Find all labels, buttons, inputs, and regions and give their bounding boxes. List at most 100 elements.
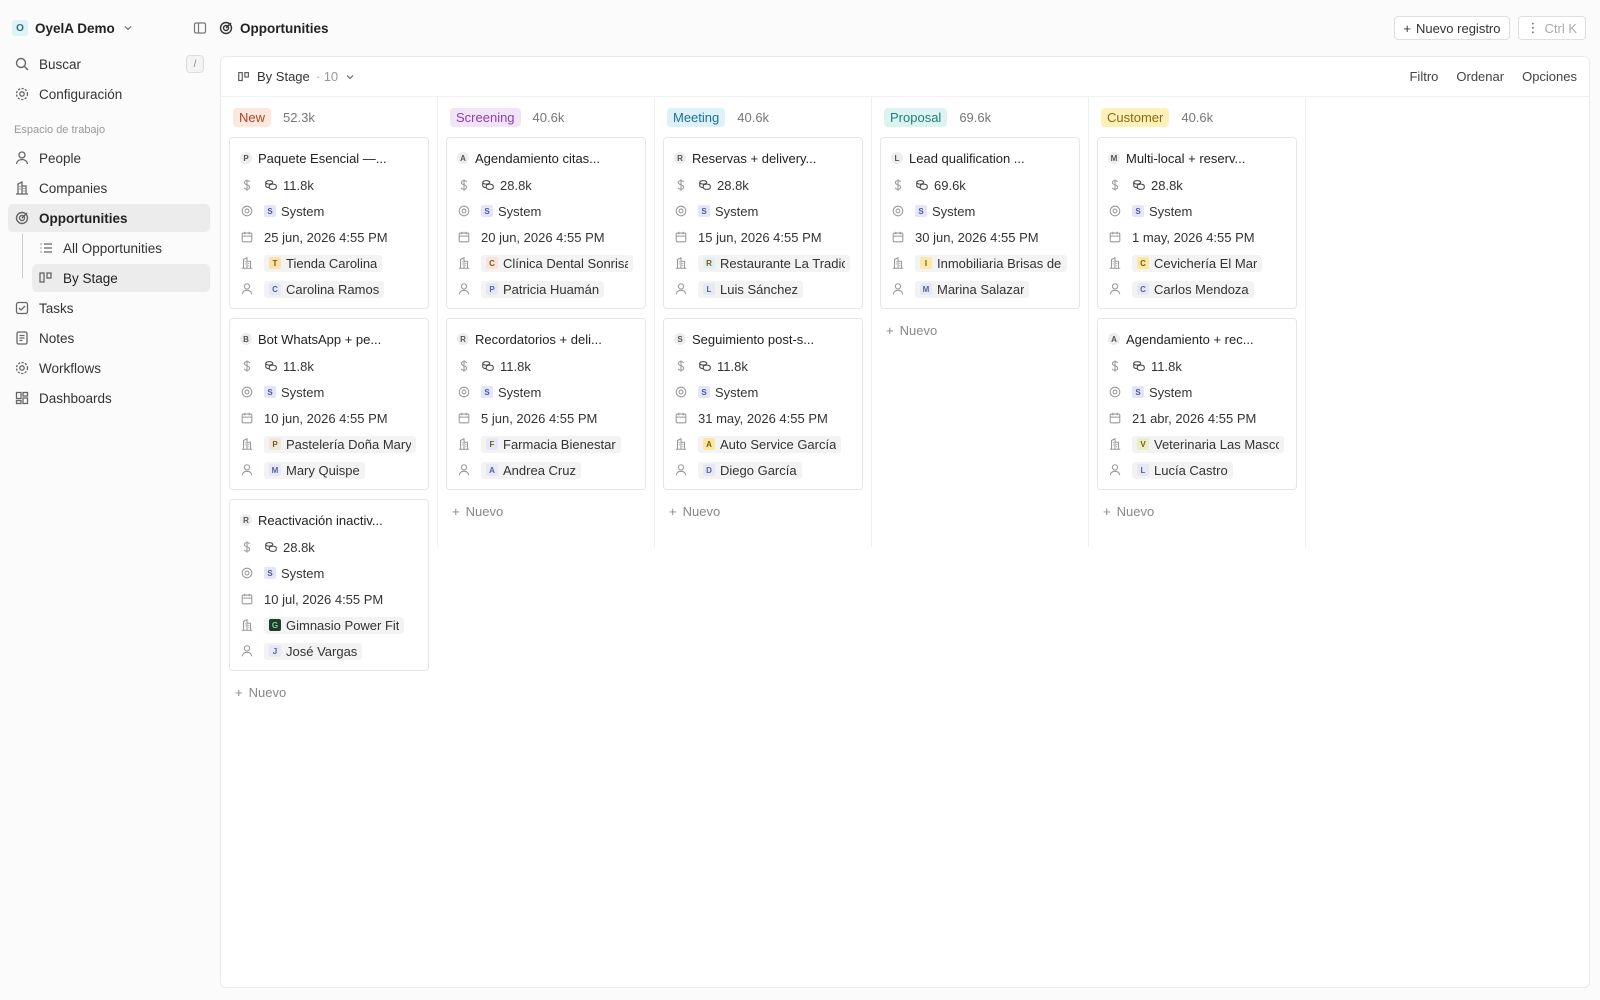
card-title[interactable]: A Agendamiento + rec... bbox=[1108, 325, 1288, 353]
company-chip[interactable]: V Veterinaria Las Mascotas bbox=[1132, 435, 1284, 453]
sidebar-subitem-by-stage[interactable]: By Stage bbox=[32, 264, 210, 292]
sidebar-item-opportunities[interactable]: Opportunities bbox=[8, 204, 210, 232]
page-title-text: Opportunities bbox=[240, 20, 329, 36]
company-chip[interactable]: C Clínica Dental Sonrisa bbox=[481, 254, 633, 272]
owner-icon bbox=[891, 204, 905, 218]
building-icon bbox=[240, 437, 254, 451]
company-chip[interactable]: P Pastelería Doña Mary bbox=[264, 435, 416, 453]
person-chip[interactable]: J José Vargas bbox=[264, 642, 363, 660]
view-switcher[interactable]: By Stage · 10 bbox=[237, 69, 356, 84]
company-chip[interactable]: T Tienda Carolina bbox=[264, 254, 383, 272]
person-avatar: D bbox=[703, 464, 715, 476]
card-title[interactable]: R Recordatorios + deli... bbox=[457, 325, 637, 353]
add-card-button[interactable]: + Nuevo bbox=[229, 680, 429, 704]
opportunity-card[interactable]: L Lead qualification ... 69.6k S System 30 ju… bbox=[880, 137, 1080, 309]
card-title[interactable]: P Paquete Esencial —... bbox=[240, 144, 420, 172]
sort-button[interactable]: Ordenar bbox=[1456, 69, 1504, 84]
company-chip[interactable]: I Inmobiliaria Brisas del Mar bbox=[915, 254, 1067, 272]
company-chip[interactable]: A Auto Service García bbox=[698, 435, 842, 453]
company-name: Tienda Carolina bbox=[286, 255, 378, 271]
person-chip[interactable]: D Diego García bbox=[698, 461, 802, 479]
note-icon bbox=[14, 330, 30, 346]
person-chip[interactable]: P Patricia Huamán bbox=[481, 280, 605, 298]
owner-avatar: S bbox=[698, 205, 710, 217]
card-title[interactable]: M Multi-local + reserv... bbox=[1108, 144, 1288, 172]
owner-value: S System bbox=[698, 385, 758, 400]
person-chip[interactable]: L Lucía Castro bbox=[1132, 461, 1233, 479]
card-title-text: Lead qualification ... bbox=[909, 150, 1025, 166]
coins-icon bbox=[1132, 359, 1146, 373]
new-record-button[interactable]: + Nuevo registro bbox=[1394, 16, 1510, 40]
owner-icon bbox=[457, 204, 471, 218]
add-card-button[interactable]: + Nuevo bbox=[1097, 499, 1297, 523]
sidebar-item-dashboards[interactable]: Dashboards bbox=[8, 384, 210, 412]
owner-text: System bbox=[498, 203, 542, 219]
command-menu-button[interactable]: ⋮ Ctrl K bbox=[1517, 16, 1586, 40]
sidebar-item-notes[interactable]: Notes bbox=[8, 324, 210, 352]
company-avatar: V bbox=[1137, 438, 1149, 450]
card-company-row: P Pastelería Doña Mary bbox=[240, 431, 420, 457]
card-title[interactable]: L Lead qualification ... bbox=[891, 144, 1071, 172]
owner-value: S System bbox=[481, 385, 541, 400]
opportunity-card[interactable]: P Paquete Esencial —... 11.8k S System 25 jun… bbox=[229, 137, 429, 309]
coins-icon bbox=[481, 359, 495, 373]
close-date: 25 jun, 2026 4:55 PM bbox=[264, 229, 388, 245]
owner-text: System bbox=[281, 565, 325, 581]
stage-tag[interactable]: Proposal bbox=[884, 107, 948, 127]
opportunity-avatar: B bbox=[240, 333, 252, 345]
stage-tag[interactable]: Customer bbox=[1101, 107, 1170, 127]
coins-icon bbox=[698, 359, 712, 373]
card-title[interactable]: R Reservas + delivery... bbox=[674, 144, 854, 172]
building-icon bbox=[1108, 256, 1122, 270]
opportunity-card[interactable]: B Bot WhatsApp + pe... 11.8k S System 10 jun,… bbox=[229, 318, 429, 490]
sidebar-subitem-all-opportunities[interactable]: All Opportunities bbox=[32, 234, 210, 262]
stage-tag[interactable]: New bbox=[233, 107, 272, 127]
card-title[interactable]: S Seguimiento post-s... bbox=[674, 325, 854, 353]
opportunity-card[interactable]: A Agendamiento + rec... 11.8k S System 21 abr… bbox=[1097, 318, 1297, 490]
add-card-button[interactable]: + Nuevo bbox=[663, 499, 863, 523]
person-avatar: J bbox=[269, 645, 281, 657]
company-chip[interactable]: F Farmacia Bienestar bbox=[481, 435, 621, 453]
add-card-button[interactable]: + Nuevo bbox=[880, 318, 1080, 342]
opportunity-card[interactable]: R Reactivación inactiv... 28.8k S System 10 j… bbox=[229, 499, 429, 671]
search-icon bbox=[14, 56, 30, 72]
person-chip[interactable]: C Carlos Mendoza bbox=[1132, 280, 1254, 298]
company-chip[interactable]: G Gimnasio Power Fit bbox=[264, 616, 405, 634]
opportunity-card[interactable]: M Multi-local + reserv... 28.8k S System 1 ma… bbox=[1097, 137, 1297, 309]
card-title-text: Reactivación inactiv... bbox=[258, 512, 383, 528]
filter-button[interactable]: Filtro bbox=[1409, 69, 1438, 84]
options-button[interactable]: Opciones bbox=[1522, 69, 1577, 84]
sidebar-item-tasks[interactable]: Tasks bbox=[8, 294, 210, 322]
stage-tag[interactable]: Meeting bbox=[667, 107, 726, 127]
owner-icon bbox=[240, 204, 254, 218]
opportunity-card[interactable]: S Seguimiento post-s... 11.8k S System 31 may… bbox=[663, 318, 863, 490]
sidebar-settings[interactable]: Configuración bbox=[8, 80, 210, 108]
card-title[interactable]: R Reactivación inactiv... bbox=[240, 506, 420, 534]
sidebar-item-workflows[interactable]: Workflows bbox=[8, 354, 210, 382]
owner-value: S System bbox=[264, 385, 324, 400]
amount-text: 11.8k bbox=[283, 177, 314, 193]
opportunity-card[interactable]: R Reservas + delivery... 28.8k S System 15 ju… bbox=[663, 137, 863, 309]
opportunity-card[interactable]: R Recordatorios + deli... 11.8k S System 5 ju… bbox=[446, 318, 646, 490]
person-chip[interactable]: M Marina Salazar bbox=[915, 280, 1030, 298]
sidebar-item-people[interactable]: People bbox=[8, 144, 210, 172]
sidebar-item-companies[interactable]: Companies bbox=[8, 174, 210, 202]
workspace-switcher[interactable]: O OyelA Demo bbox=[8, 8, 210, 48]
coins-icon bbox=[264, 359, 278, 373]
company-chip[interactable]: R Restaurante La Tradición bbox=[698, 254, 850, 272]
sidebar-collapse-icon[interactable] bbox=[192, 20, 208, 36]
card-title[interactable]: B Bot WhatsApp + pe... bbox=[240, 325, 420, 353]
sidebar-search[interactable]: Buscar / bbox=[8, 50, 210, 78]
company-chip[interactable]: C Cevichería El Mar bbox=[1132, 254, 1263, 272]
stage-tag[interactable]: Screening bbox=[450, 107, 521, 127]
person-chip[interactable]: A Andrea Cruz bbox=[481, 461, 581, 479]
person-chip[interactable]: L Luis Sánchez bbox=[698, 280, 804, 298]
person-chip[interactable]: M Mary Quispe bbox=[264, 461, 365, 479]
card-title[interactable]: A Agendamiento citas... bbox=[457, 144, 637, 172]
person-chip[interactable]: C Carolina Ramos bbox=[264, 280, 385, 298]
opportunity-card[interactable]: A Agendamiento citas... 28.8k S System 20 jun… bbox=[446, 137, 646, 309]
card-date-row: 25 jun, 2026 4:55 PM bbox=[240, 224, 420, 250]
person-avatar: C bbox=[269, 283, 281, 295]
add-card-button[interactable]: + Nuevo bbox=[446, 499, 646, 523]
card-owner-row: S System bbox=[240, 560, 420, 586]
